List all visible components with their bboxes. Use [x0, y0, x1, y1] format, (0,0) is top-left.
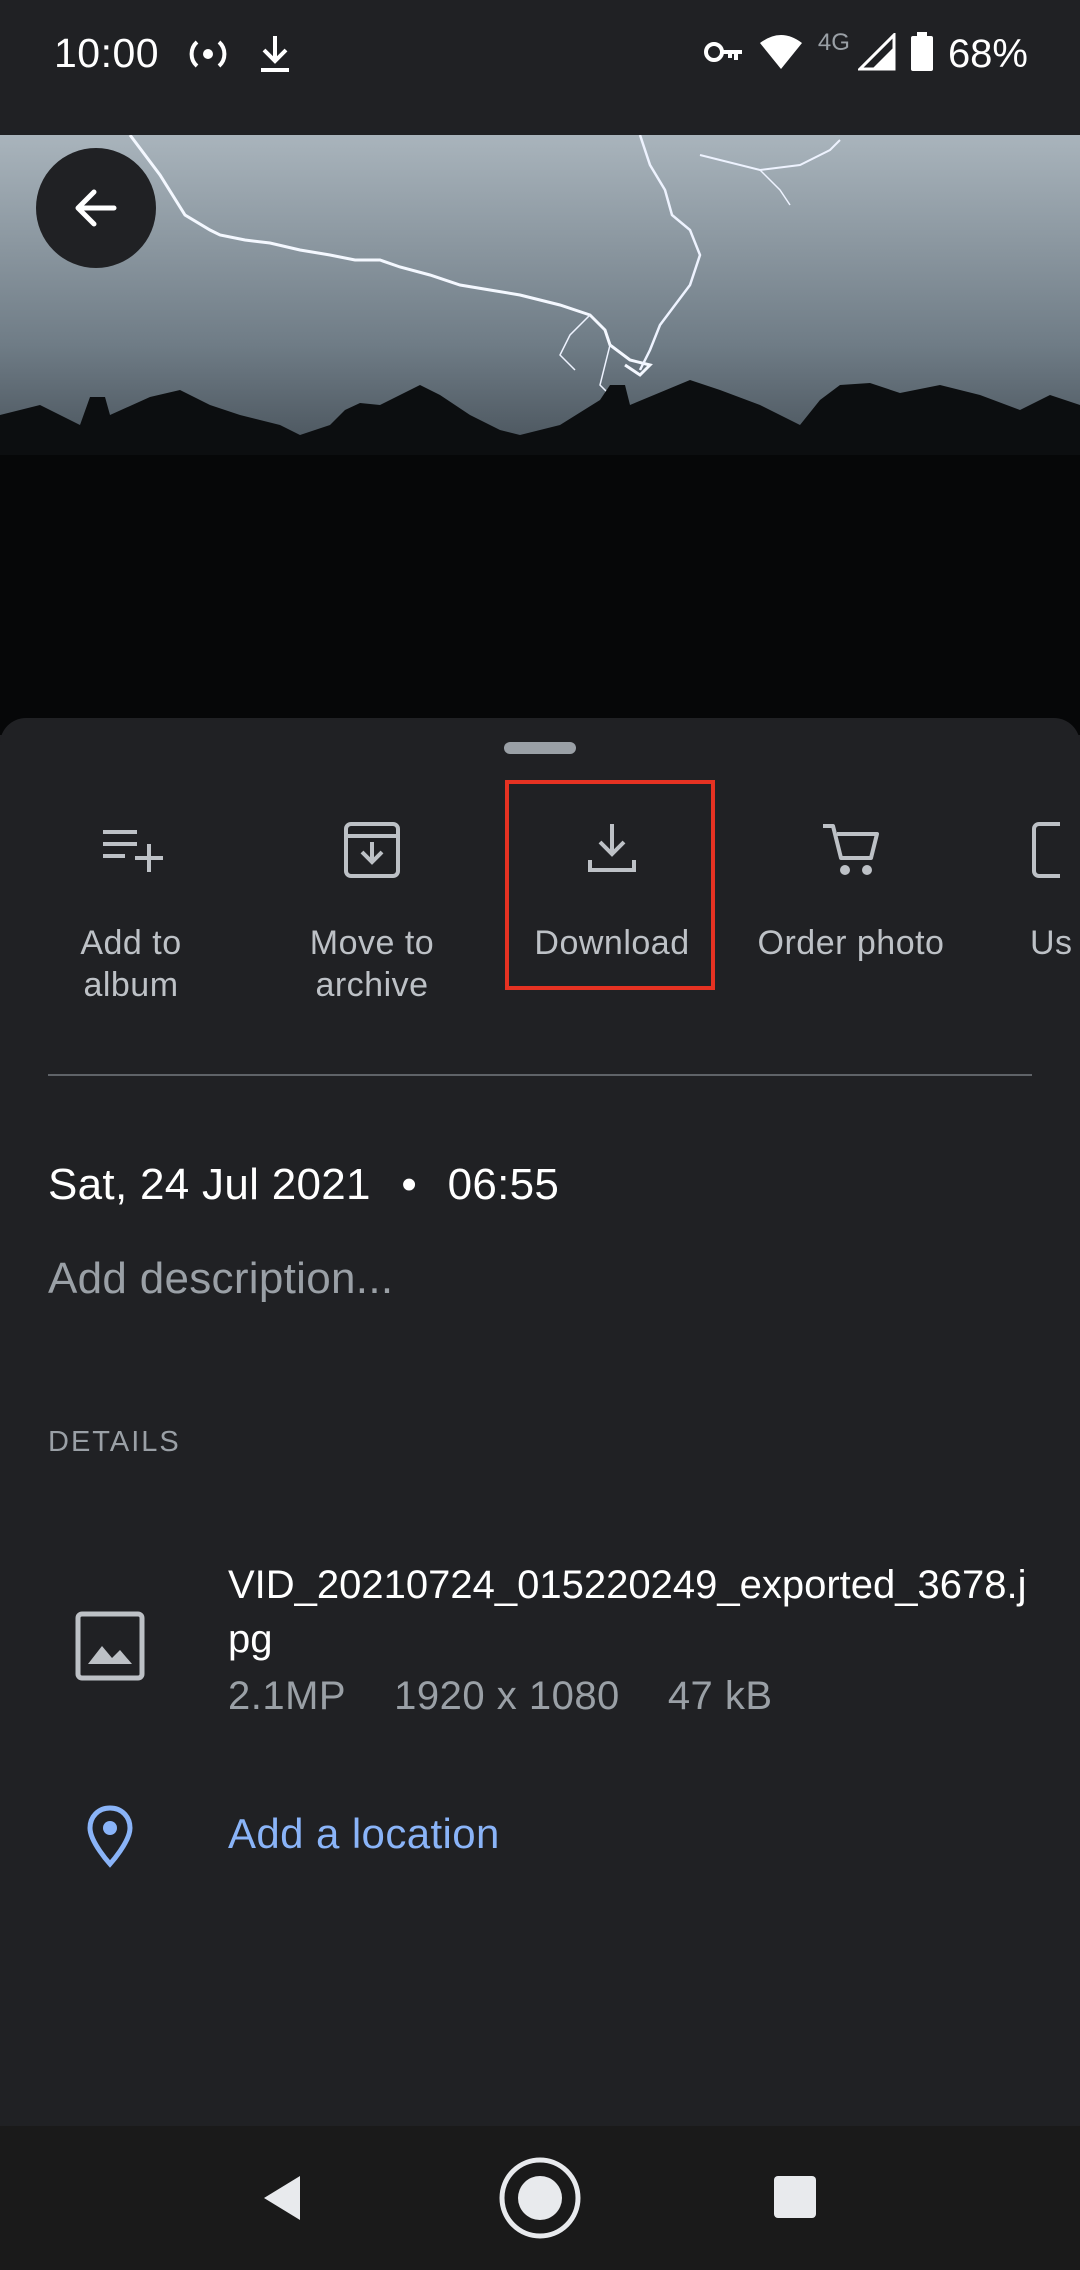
date-time: Sat, 24 Jul 2021 • 06:55: [48, 1160, 559, 1210]
download-icon: [258, 34, 292, 79]
file-meta: 2.1MP 1920 x 1080 47 kB: [228, 1674, 773, 1719]
date-separator: •: [401, 1160, 418, 1209]
add-location-link[interactable]: Add a location: [228, 1810, 500, 1858]
add-to-album-label: Add to album: [80, 924, 182, 1004]
move-to-archive-button[interactable]: Move to archive: [267, 778, 477, 1004]
file-dimensions: 1920 x 1080: [394, 1674, 620, 1718]
archive-icon: [340, 818, 404, 882]
status-right-icons: 4G 68%: [703, 28, 1028, 77]
order-photo-label: Order photo: [757, 924, 945, 962]
battery-percent: 68%: [947, 32, 1028, 76]
battery-icon: [910, 32, 934, 77]
info-sheet: Add to album Move to archive Download Or…: [0, 718, 1080, 2126]
date-text: Sat, 24 Jul 2021: [48, 1160, 371, 1209]
add-location-row[interactable]: Add a location: [0, 1786, 1080, 1886]
add-to-album-button[interactable]: Add to album: [26, 778, 236, 1004]
file-name: VID_20210724_015220249_exported_3678.jpg: [228, 1563, 1027, 1661]
cart-icon: [819, 818, 883, 882]
file-info-row: VID_20210724_015220249_exported_3678.jpg…: [0, 1558, 1080, 1718]
arrow-left-icon: [75, 189, 117, 227]
wifi-icon: [758, 33, 804, 76]
vpn-key-icon: [703, 38, 744, 71]
use-as-label: Us: [1030, 924, 1073, 962]
photo-preview[interactable]: [0, 135, 1080, 735]
use-as-button[interactable]: Us: [1030, 778, 1080, 1000]
status-left-icons: [186, 34, 292, 79]
lightning-photo: [0, 135, 1080, 735]
description-input[interactable]: Add description...: [48, 1254, 393, 1304]
nav-home-icon[interactable]: [498, 2156, 582, 2240]
download-label: Download: [534, 924, 690, 962]
divider: [48, 1074, 1032, 1076]
location-pin-icon: [87, 1805, 133, 1868]
status-bar: 10:00 4G 68%: [0, 0, 1080, 135]
network-type: 4G: [817, 28, 850, 56]
photo-details-screen: 10:00 4G 68% Add to album Move to archiv…: [0, 0, 1080, 2270]
hotspot-icon: [186, 36, 230, 77]
details-header: DETAILS: [48, 1426, 181, 1458]
navigation-bar: [0, 2126, 1080, 2270]
partial-icon: [1030, 818, 1080, 882]
file-size: 47 kB: [667, 1674, 773, 1718]
file-megapixels: 2.1MP: [228, 1674, 347, 1718]
nav-back-icon[interactable]: [256, 2172, 308, 2224]
back-button[interactable]: [36, 148, 156, 268]
nav-recents-icon[interactable]: [772, 2174, 818, 2220]
playlist-add-icon: [99, 818, 163, 882]
move-to-archive-label: Move to archive: [309, 924, 435, 1004]
cell-signal-icon: [856, 31, 896, 76]
drag-handle[interactable]: [504, 742, 576, 754]
order-photo-button[interactable]: Order photo: [746, 778, 956, 1000]
status-time: 10:00: [54, 30, 160, 76]
image-icon: [75, 1611, 145, 1681]
download-button[interactable]: Download: [507, 778, 717, 1000]
download-icon: [580, 818, 644, 882]
time-text: 06:55: [447, 1160, 560, 1209]
action-row: Add to album Move to archive Download Or…: [0, 778, 1080, 1018]
